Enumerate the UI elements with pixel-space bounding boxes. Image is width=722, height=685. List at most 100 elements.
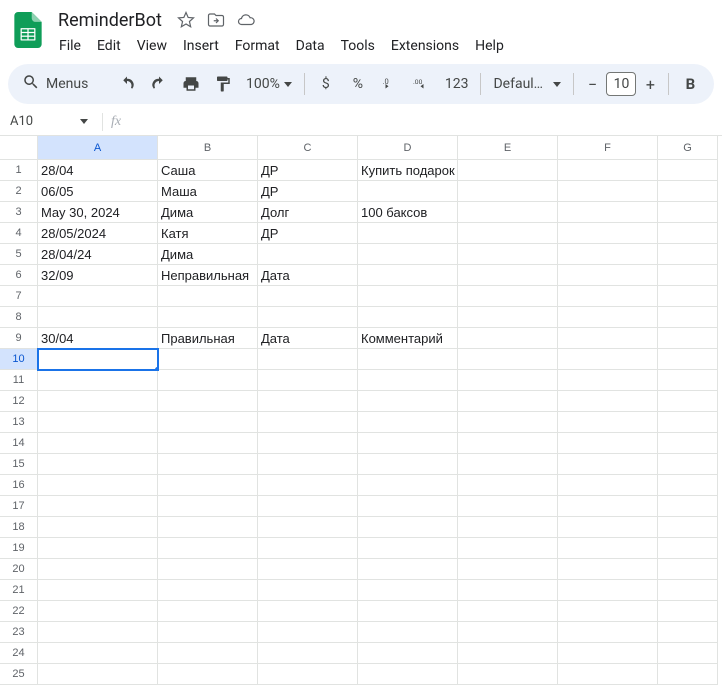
column-header-G[interactable]: G [658, 136, 718, 160]
cell-E11[interactable] [458, 370, 558, 391]
cell-G5[interactable] [658, 244, 718, 265]
cell-G14[interactable] [658, 433, 718, 454]
row-header-7[interactable]: 7 [0, 286, 38, 307]
cell-C5[interactable] [258, 244, 358, 265]
cell-F15[interactable] [558, 454, 658, 475]
cell-C24[interactable] [258, 643, 358, 664]
cell-C4[interactable]: ДР [258, 223, 358, 244]
cell-B4[interactable]: Катя [158, 223, 258, 244]
cell-E12[interactable] [458, 391, 558, 412]
cell-D11[interactable] [358, 370, 458, 391]
cell-A3[interactable]: May 30, 2024 [38, 202, 158, 223]
cell-E7[interactable] [458, 286, 558, 307]
number-format-dropdown[interactable]: 123 [439, 69, 475, 99]
cell-E8[interactable] [458, 307, 558, 328]
font-size-input[interactable]: 10 [606, 72, 636, 96]
cell-C12[interactable] [258, 391, 358, 412]
cell-F7[interactable] [558, 286, 658, 307]
cell-D24[interactable] [358, 643, 458, 664]
cell-D9[interactable]: Комментарий [358, 328, 458, 349]
name-box[interactable]: A10 [4, 110, 94, 134]
cell-A22[interactable] [38, 601, 158, 622]
cell-A24[interactable] [38, 643, 158, 664]
row-header-5[interactable]: 5 [0, 244, 38, 265]
cell-G9[interactable] [658, 328, 718, 349]
cell-E18[interactable] [458, 517, 558, 538]
cell-E16[interactable] [458, 475, 558, 496]
cell-F9[interactable] [558, 328, 658, 349]
cell-B18[interactable] [158, 517, 258, 538]
cell-E21[interactable] [458, 580, 558, 601]
cell-A5[interactable]: 28/04/24 [38, 244, 158, 265]
cell-B14[interactable] [158, 433, 258, 454]
cell-D3[interactable]: 100 баксов [358, 202, 458, 223]
menu-help[interactable]: Help [468, 34, 511, 58]
cell-A6[interactable]: 32/09 [38, 265, 158, 286]
cell-C20[interactable] [258, 559, 358, 580]
cell-D16[interactable] [358, 475, 458, 496]
menu-search[interactable]: Menus [16, 69, 110, 99]
cell-F10[interactable] [558, 349, 658, 370]
cell-E15[interactable] [458, 454, 558, 475]
cell-A19[interactable] [38, 538, 158, 559]
cell-C19[interactable] [258, 538, 358, 559]
cell-C11[interactable] [258, 370, 358, 391]
cell-A15[interactable] [38, 454, 158, 475]
cell-G17[interactable] [658, 496, 718, 517]
cell-D19[interactable] [358, 538, 458, 559]
selection-handle[interactable] [154, 366, 158, 370]
increase-decimal-button[interactable]: .00 [407, 69, 437, 99]
cell-C1[interactable]: ДР [258, 160, 358, 181]
cell-C7[interactable] [258, 286, 358, 307]
print-button[interactable] [176, 69, 206, 99]
cell-B6[interactable]: Неправильная [158, 265, 258, 286]
row-header-20[interactable]: 20 [0, 559, 38, 580]
cell-D5[interactable] [358, 244, 458, 265]
cell-B9[interactable]: Правильная [158, 328, 258, 349]
row-header-6[interactable]: 6 [0, 265, 38, 286]
cell-B10[interactable] [158, 349, 258, 370]
row-header-23[interactable]: 23 [0, 622, 38, 643]
cell-C21[interactable] [258, 580, 358, 601]
cell-B3[interactable]: Дима [158, 202, 258, 223]
menu-data[interactable]: Data [289, 34, 332, 58]
cell-G6[interactable] [658, 265, 718, 286]
cell-F8[interactable] [558, 307, 658, 328]
menu-view[interactable]: View [130, 34, 174, 58]
sheets-logo[interactable] [8, 10, 48, 50]
cell-A4[interactable]: 28/05/2024 [38, 223, 158, 244]
cell-B8[interactable] [158, 307, 258, 328]
cell-C22[interactable] [258, 601, 358, 622]
row-header-12[interactable]: 12 [0, 391, 38, 412]
row-header-13[interactable]: 13 [0, 412, 38, 433]
cell-B12[interactable] [158, 391, 258, 412]
row-header-2[interactable]: 2 [0, 181, 38, 202]
cell-C18[interactable] [258, 517, 358, 538]
cell-E22[interactable] [458, 601, 558, 622]
row-header-18[interactable]: 18 [0, 517, 38, 538]
cell-A11[interactable] [38, 370, 158, 391]
cell-B19[interactable] [158, 538, 258, 559]
cell-C17[interactable] [258, 496, 358, 517]
cell-D1[interactable]: Купить подарок [358, 160, 458, 181]
cell-B7[interactable] [158, 286, 258, 307]
cell-D8[interactable] [358, 307, 458, 328]
row-header-16[interactable]: 16 [0, 475, 38, 496]
cell-E23[interactable] [458, 622, 558, 643]
cell-A23[interactable] [38, 622, 158, 643]
cell-D22[interactable] [358, 601, 458, 622]
cell-G7[interactable] [658, 286, 718, 307]
cell-F18[interactable] [558, 517, 658, 538]
cell-F4[interactable] [558, 223, 658, 244]
column-header-F[interactable]: F [558, 136, 658, 160]
cell-E6[interactable] [458, 265, 558, 286]
cell-D10[interactable] [358, 349, 458, 370]
cell-A8[interactable] [38, 307, 158, 328]
column-header-C[interactable]: C [258, 136, 358, 160]
cell-G15[interactable] [658, 454, 718, 475]
doc-title[interactable]: ReminderBot [52, 9, 168, 32]
row-header-17[interactable]: 17 [0, 496, 38, 517]
cell-D18[interactable] [358, 517, 458, 538]
cell-G3[interactable] [658, 202, 718, 223]
cell-G19[interactable] [658, 538, 718, 559]
